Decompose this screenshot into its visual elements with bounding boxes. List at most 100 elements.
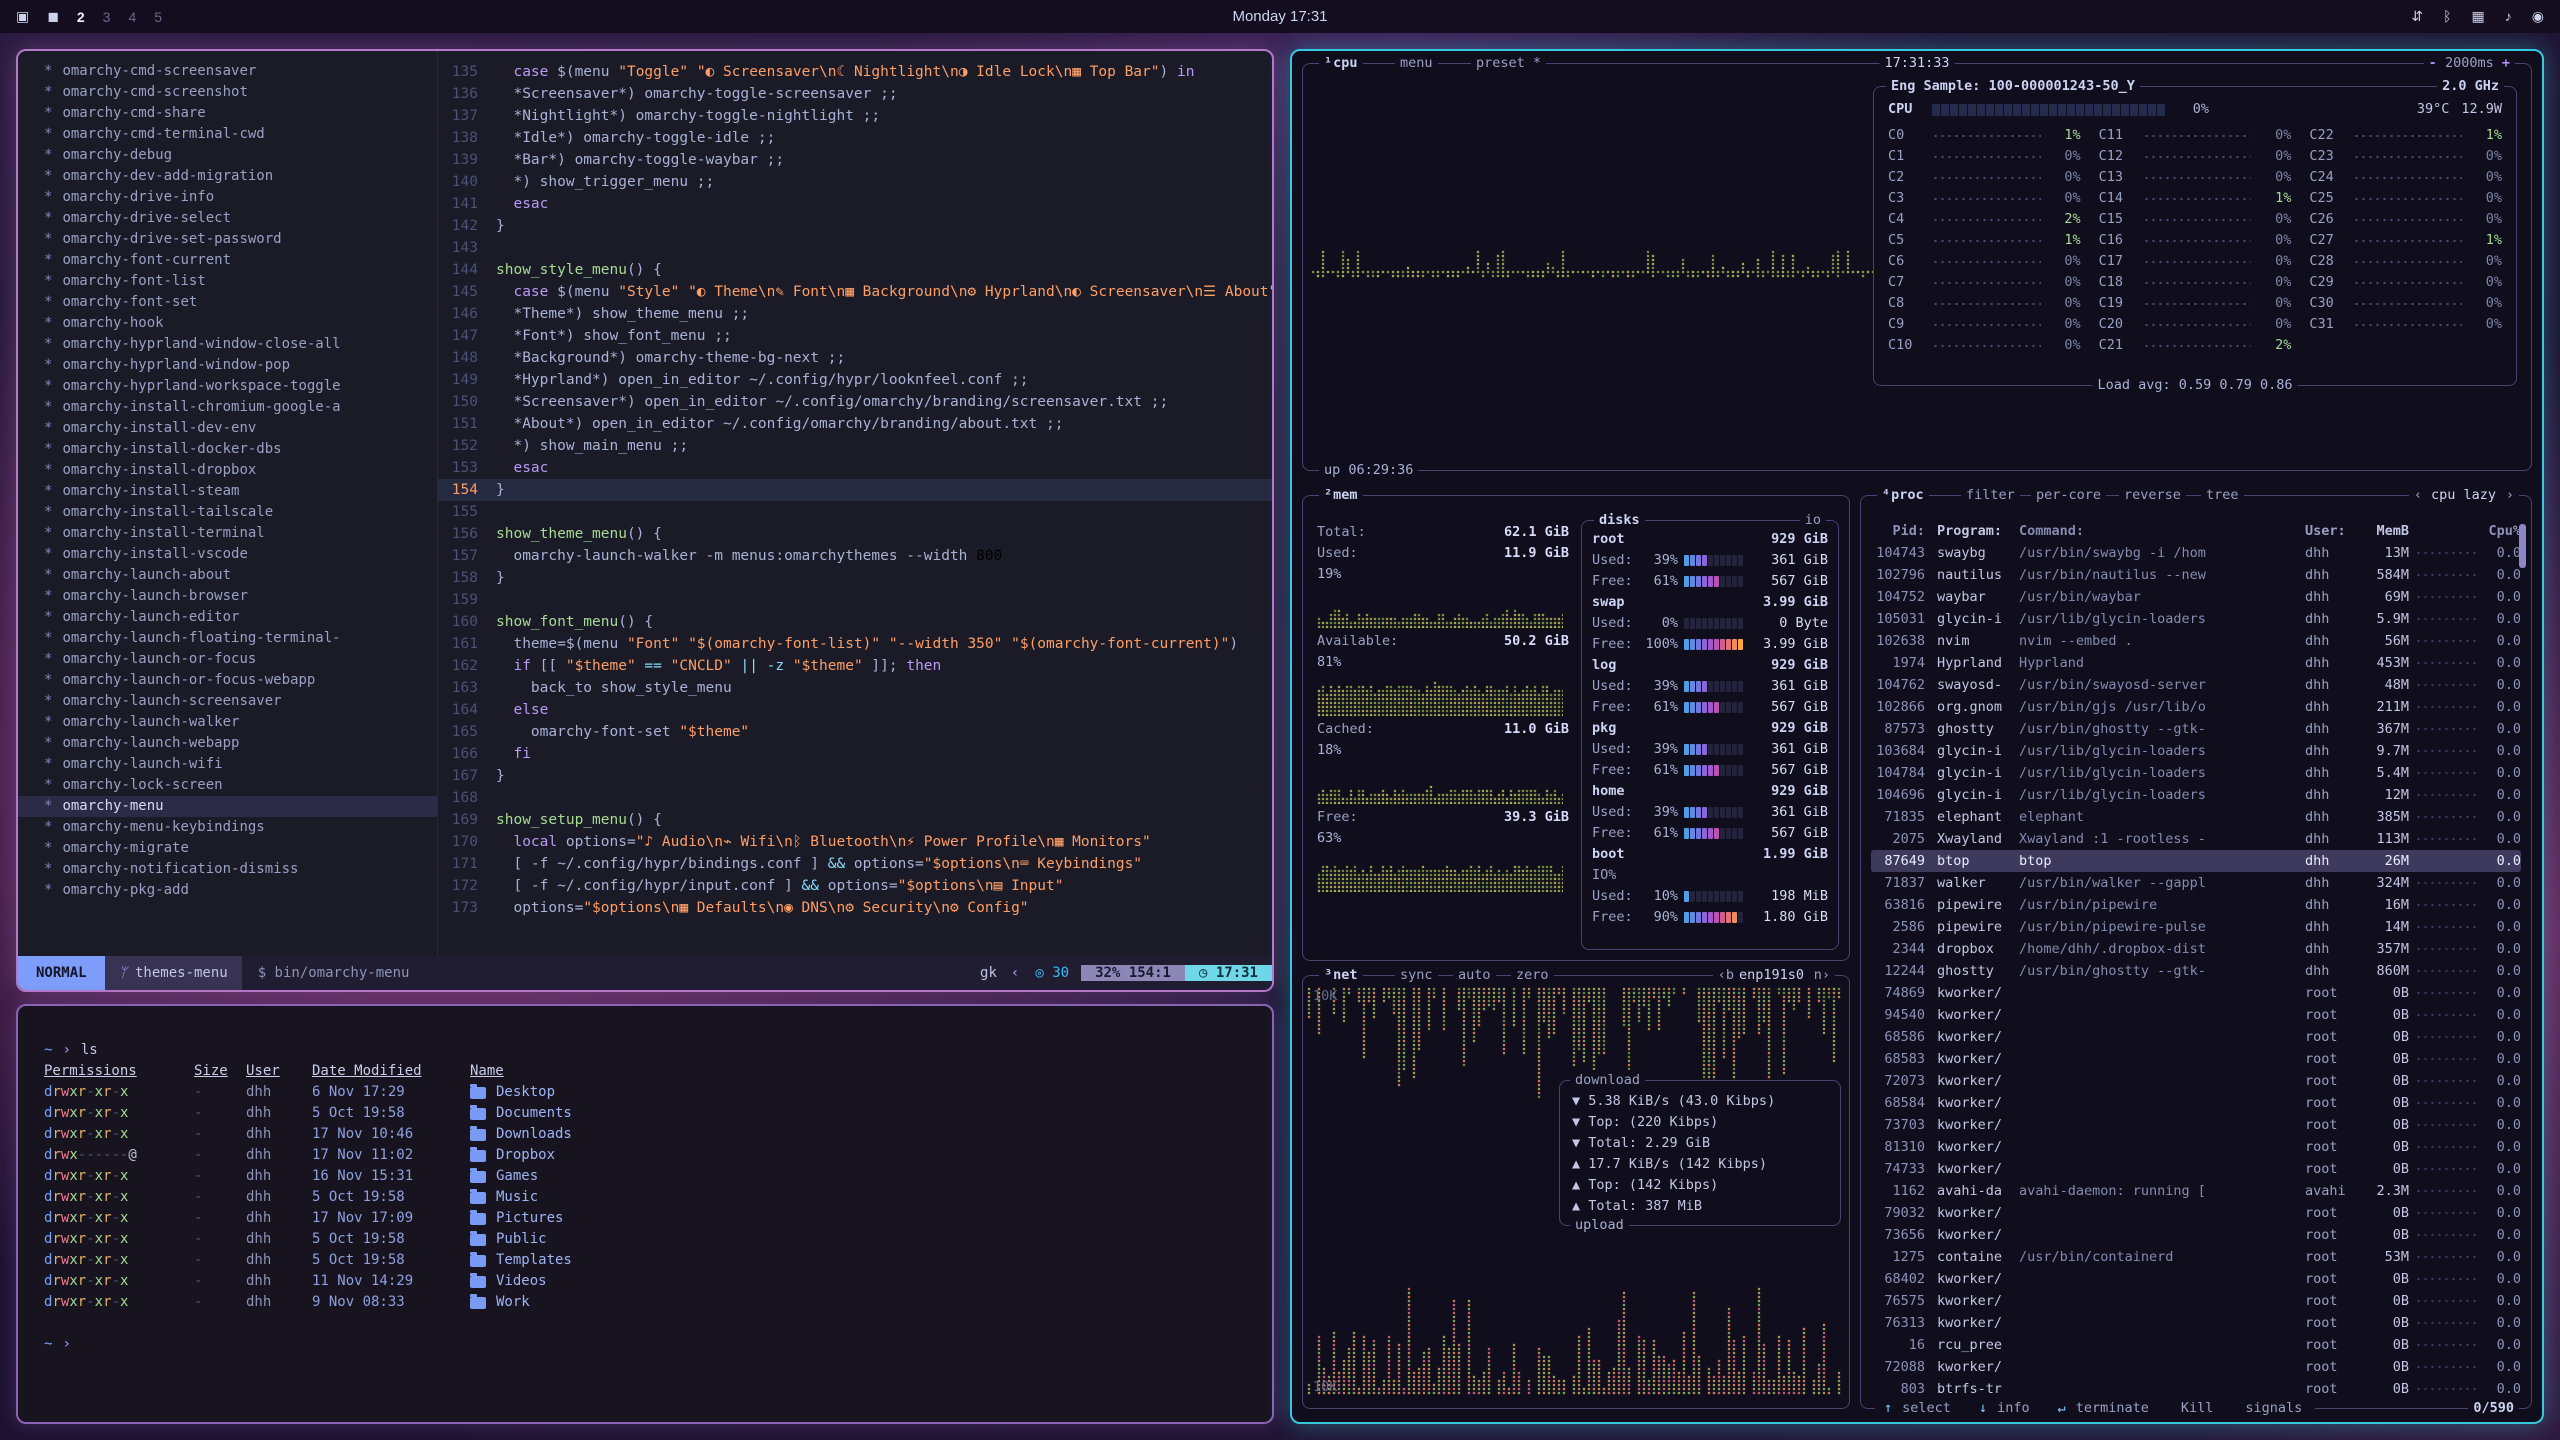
process-row[interactable]: 94540 kworker/ root 0B 0.0 [1871,1004,2521,1026]
process-row[interactable]: 74733 kworker/ root 0B 0.0 [1871,1158,2521,1180]
volume-icon[interactable]: ♪ [2505,8,2512,25]
sidebar-file-item[interactable]: * omarchy-launch-or-focus-webapp [44,670,437,691]
sync-button[interactable]: sync [1395,965,1438,986]
process-row[interactable]: 87573 ghostty /usr/bin/ghostty --gtk- dh… [1871,718,2521,740]
sidebar-file-item[interactable]: * omarchy-launch-wifi [44,754,437,775]
sidebar-file-item[interactable]: * omarchy-hyprland-workspace-toggle [44,376,437,397]
sidebar-file-item[interactable]: * omarchy-font-current [44,250,437,271]
process-row[interactable]: 71835 elephant elephant dhh 385M 0.0 [1871,806,2521,828]
sidebar-file-item[interactable]: * omarchy-menu-keybindings [44,817,437,838]
process-row[interactable]: 104696 glycin-i /usr/lib/glycin-loaders … [1871,784,2521,806]
terminate-button[interactable]: ↵terminate [2054,1398,2157,1419]
menu-button[interactable]: menu [1395,53,1438,74]
sidebar-file-item[interactable]: * omarchy-hyprland-window-pop [44,355,437,376]
header-command[interactable]: Command: [2019,521,2305,542]
sidebar-file-item[interactable]: * omarchy-install-docker-dbs [44,439,437,460]
sidebar-file-item[interactable]: * omarchy-launch-walker [44,712,437,733]
process-row[interactable]: 68584 kworker/ root 0B 0.0 [1871,1092,2521,1114]
process-row[interactable]: 68586 kworker/ root 0B 0.0 [1871,1026,2521,1048]
header-user[interactable]: User: [2305,521,2363,542]
header-program[interactable]: Program: [1933,521,2019,542]
process-row[interactable]: 73703 kworker/ root 0B 0.0 [1871,1114,2521,1136]
signals-button[interactable]: signals [2237,1398,2310,1419]
process-row[interactable]: 1275 containe /usr/bin/containerd root 5… [1871,1246,2521,1268]
preset-button[interactable]: preset * [1471,53,1546,74]
sidebar-file-item[interactable]: * omarchy-install-vscode [44,544,437,565]
sidebar-file-item[interactable]: * omarchy-install-chromium-google-a [44,397,437,418]
reverse-button[interactable]: reverse [2119,485,2186,506]
sidebar-file-item[interactable]: * omarchy-lock-screen [44,775,437,796]
workspace-3[interactable]: 3 [103,9,111,25]
workspace-2[interactable]: 2 [77,9,85,25]
sidebar-file-item[interactable]: * omarchy-drive-select [44,208,437,229]
process-row[interactable]: 72073 kworker/ root 0B 0.0 [1871,1070,2521,1092]
info-button[interactable]: ↓info [1975,1398,2038,1419]
sidebar-file-item[interactable]: * omarchy-cmd-share [44,103,437,124]
select-button[interactable]: ↑select [1880,1398,1959,1419]
process-row[interactable]: 76313 kworker/ root 0B 0.0 [1871,1312,2521,1334]
workspace-4[interactable]: 4 [128,9,136,25]
network-icon[interactable]: ⇵ [2411,8,2423,25]
process-row[interactable]: 73656 kworker/ root 0B 0.0 [1871,1224,2521,1246]
sidebar-file-item[interactable]: * omarchy-pkg-add [44,880,437,901]
process-row[interactable]: 68402 kworker/ root 0B 0.0 [1871,1268,2521,1290]
next-interface-button[interactable]: n› [1809,965,1835,986]
process-row[interactable]: 102796 nautilus /usr/bin/nautilus --new … [1871,564,2521,586]
code-editor[interactable]: 135 case $(menu "Toggle" "◐ Screensaver\… [438,51,1272,956]
process-row[interactable]: 72088 kworker/ root 0B 0.0 [1871,1356,2521,1378]
workspace-icon-a[interactable]: ▣ [16,8,29,25]
process-row[interactable]: 102638 nvim nvim --embed . dhh 56M 0.0 [1871,630,2521,652]
process-row[interactable]: 76575 kworker/ root 0B 0.0 [1871,1290,2521,1312]
sidebar-file-item[interactable]: * omarchy-migrate [44,838,437,859]
sidebar-file-item[interactable]: * omarchy-font-set [44,292,437,313]
display-icon[interactable]: ▦ [2472,8,2485,25]
sidebar-file-item[interactable]: * omarchy-notification-dismiss [44,859,437,880]
sidebar-file-item[interactable]: * omarchy-hyprland-window-close-all [44,334,437,355]
kill-button[interactable]: Kill [2173,1398,2222,1419]
header-cpu[interactable]: Cpu% [2485,521,2521,542]
sidebar-file-item[interactable]: * omarchy-install-dev-env [44,418,437,439]
sidebar-file-item[interactable]: * omarchy-launch-floating-terminal- [44,628,437,649]
sidebar-file-item[interactable]: * omarchy-cmd-screensaver [44,61,437,82]
sidebar-file-item[interactable]: * omarchy-launch-browser [44,586,437,607]
process-row[interactable]: 2075 Xwayland Xwayland :1 -rootless - dh… [1871,828,2521,850]
process-row[interactable]: 102866 org.gnom /usr/bin/gjs /usr/lib/o … [1871,696,2521,718]
process-row[interactable]: 2344 dropbox /home/dhh/.dropbox-dist dhh… [1871,938,2521,960]
zero-button[interactable]: zero [1511,965,1554,986]
process-row[interactable]: 104743 swaybg /usr/bin/swaybg -i /hom dh… [1871,542,2521,564]
sidebar-file-item[interactable]: * omarchy-cmd-terminal-cwd [44,124,437,145]
auto-button[interactable]: auto [1453,965,1496,986]
process-row[interactable]: 105031 glycin-i /usr/lib/glycin-loaders … [1871,608,2521,630]
process-row[interactable]: 1162 avahi-da avahi-daemon: running [ av… [1871,1180,2521,1202]
process-row[interactable]: 87649 btop btop dhh 26M 0.0 [1871,850,2521,872]
process-row[interactable]: 12244 ghostty /usr/bin/ghostty --gtk- dh… [1871,960,2521,982]
process-scrollbar-thumb[interactable] [2519,524,2526,568]
tree-button[interactable]: tree [2201,485,2244,506]
sidebar-file-item[interactable]: * omarchy-cmd-screenshot [44,82,437,103]
sidebar-file-item[interactable]: * omarchy-launch-or-focus [44,649,437,670]
power-icon[interactable]: ◉ [2532,8,2544,25]
process-table-header[interactable]: Pid: Program: Command: User: MemB Cpu% [1871,520,2521,542]
process-row[interactable]: 2586 pipewire /usr/bin/pipewire-pulse dh… [1871,916,2521,938]
sidebar-file-item[interactable]: * omarchy-dev-add-migration [44,166,437,187]
sort-next-button[interactable]: › [2501,485,2519,506]
bluetooth-icon[interactable]: ᛒ [2443,8,2451,25]
process-row[interactable]: 81310 kworker/ root 0B 0.0 [1871,1136,2521,1158]
sidebar-file-item[interactable]: * omarchy-install-dropbox [44,460,437,481]
process-row[interactable]: 16 rcu_pree root 0B 0.0 [1871,1334,2521,1356]
sidebar-file-item[interactable]: * omarchy-launch-screensaver [44,691,437,712]
prompt-line-2[interactable]: ~ › [44,1334,1246,1355]
process-row[interactable]: 1974 Hyprland Hyprland dhh 453M 0.0 [1871,652,2521,674]
sidebar-file-item[interactable]: * omarchy-launch-about [44,565,437,586]
sidebar-file-item[interactable]: * omarchy-install-steam [44,481,437,502]
process-row[interactable]: 104762 swayosd- /usr/bin/swayosd-server … [1871,674,2521,696]
sidebar-file-item[interactable]: * omarchy-menu [18,796,437,817]
per-core-button[interactable]: per-core [2031,485,2106,506]
io-toggle-button[interactable]: io [1800,510,1826,531]
sidebar-file-item[interactable]: * omarchy-hook [44,313,437,334]
header-mem[interactable]: MemB [2363,521,2409,542]
sort-prev-button[interactable]: ‹ [2409,485,2427,506]
process-row[interactable]: 63816 pipewire /usr/bin/pipewire dhh 16M… [1871,894,2521,916]
sidebar-file-item[interactable]: * omarchy-launch-editor [44,607,437,628]
workspace-5[interactable]: 5 [154,9,162,25]
